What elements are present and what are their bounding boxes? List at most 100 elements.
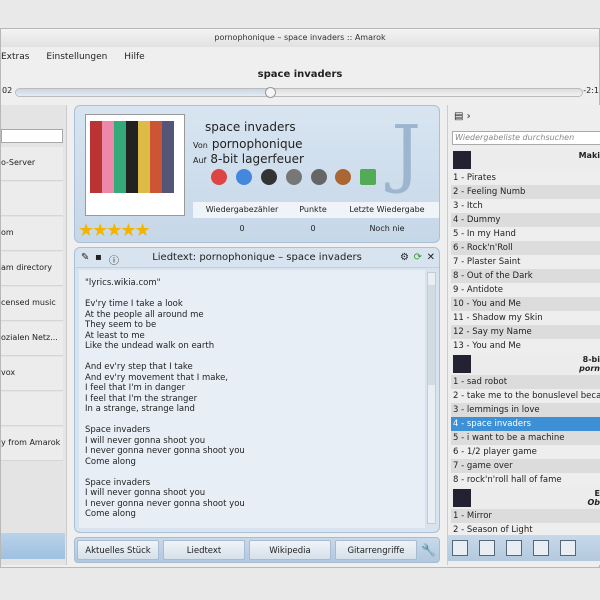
source-item[interactable]: o-Server (1, 147, 63, 181)
now-playing-title: space invaders (257, 69, 343, 80)
album-group-header[interactable]: E Ob (451, 487, 600, 509)
playlist-track[interactable]: 9 - Antidote (451, 283, 600, 297)
playlist-search-input[interactable]: Wiedergabeliste durchsuchen (452, 131, 600, 145)
stat-lastplayed: Noch nie (369, 224, 405, 233)
seek-row: 02 -2:1 (1, 85, 599, 99)
undo-icon[interactable] (505, 540, 522, 556)
rating-stars[interactable]: ★★★★★ (78, 220, 151, 241)
album-thumbnail (453, 489, 471, 507)
info-icon[interactable]: ⓘ (109, 252, 119, 267)
playlist-panel: ▤ › Wiedergabeliste durchsuchen Maki 1 - … (447, 105, 600, 565)
menu-hilfe[interactable]: Hilfe (124, 52, 144, 62)
stat-header-playcount: Wiedergabezähler (205, 205, 279, 214)
window-title: pornophonique – space invaders :: Amarok (1, 29, 599, 47)
track-album-line: Auf 8-bit lagerfeuer (193, 152, 304, 166)
playlist-track[interactable]: 10 - You and Me (451, 297, 600, 311)
playlist-track[interactable]: 13 - You and Me (451, 339, 600, 353)
track-artist-line: Von pornophonique (193, 137, 303, 151)
lastfm-icon[interactable] (235, 169, 252, 185)
album-group-label: Maki (578, 151, 600, 160)
playlist-track[interactable]: 2 - Feeling Numb (451, 185, 600, 199)
source-item[interactable] (1, 182, 63, 216)
left-panel-footer (1, 533, 65, 559)
album-thumbnail (453, 151, 471, 169)
playlist-track[interactable]: 8 - Out of the Dark (451, 269, 600, 283)
save-icon[interactable]: ▪ (95, 252, 102, 263)
playlist-track[interactable]: 5 - i want to be a machine (451, 431, 600, 445)
menu-einstellungen[interactable]: Einstellungen (46, 52, 107, 62)
source-item[interactable] (1, 392, 63, 426)
playlist-track[interactable]: 4 - space invaders (451, 417, 600, 431)
album-group-header[interactable]: Maki (451, 149, 600, 171)
lyrics-title: Liedtext: pornophonique – space invaders (75, 248, 439, 268)
stat-score: 0 (310, 224, 316, 233)
playlist-track[interactable]: 2 - take me to the bonuslevel because (451, 389, 600, 403)
seek-fill (16, 89, 271, 96)
source-item[interactable]: censed music (1, 287, 63, 321)
source-item[interactable]: vox (1, 357, 63, 391)
context-tabs: Aktuelles Stück Liedtext Wikipedia Gitar… (74, 537, 440, 563)
layout-icon[interactable] (559, 540, 576, 556)
playlist-track[interactable]: 7 - game over (451, 459, 600, 473)
source-item[interactable]: om (1, 217, 63, 251)
album-group-header[interactable]: 8-bi porn (451, 353, 600, 375)
playlist-track[interactable]: 4 - Dummy (451, 213, 600, 227)
source-filter-combo[interactable] (1, 129, 63, 143)
playlist-track[interactable]: 11 - Shadow my Skin (451, 311, 600, 325)
playlist-track[interactable]: 12 - Say my Name (451, 325, 600, 339)
playlist-track[interactable]: 3 - lemmings in love (451, 403, 600, 417)
source-item[interactable]: ozialen Netz... (1, 322, 63, 356)
person-icon[interactable] (260, 169, 277, 185)
elapsed-time: 02 (2, 86, 13, 95)
by-label: Von (193, 141, 208, 150)
reload-icon[interactable]: ⟳ (414, 252, 422, 263)
track-statistics: Wiedergabezähler Punkte Letzte Wiedergab… (193, 202, 439, 242)
stat-header-score: Punkte (299, 205, 327, 214)
playlist-toolbar (448, 535, 600, 561)
person-alt-icon[interactable] (310, 169, 327, 185)
queue-icon[interactable] (532, 540, 549, 556)
current-track-applet: space invaders Von pornophonique Auf 8-bit… (74, 105, 440, 243)
playlist-tracks: Maki 1 - Pirates 2 - Feeling Numb 3 - Itch 4… (451, 149, 600, 537)
tab-wikipedia[interactable]: Wikipedia (249, 540, 331, 560)
guitar-icon[interactable] (335, 169, 352, 185)
source-item[interactable]: y from Amarok (1, 427, 63, 461)
playlist-track[interactable]: 1 - Pirates (451, 171, 600, 185)
edit-icon[interactable]: ✎ (81, 252, 89, 263)
playlist-track[interactable]: 6 - Rock'n'Roll (451, 241, 600, 255)
seek-handle[interactable] (264, 87, 276, 98)
lyrics-text: "lyrics.wikia.com" Ev'ry time I take a l… (79, 270, 425, 528)
close-icon[interactable]: ✕ (427, 252, 435, 263)
playlist-track[interactable]: 6 - 1/2 player game (451, 445, 600, 459)
playlist-track[interactable]: 3 - Itch (451, 199, 600, 213)
settings-icon[interactable]: ⚙ (400, 252, 409, 263)
stat-header-lastplayed: Letzte Wiedergabe (349, 205, 425, 214)
lyrics-applet: Liedtext: pornophonique – space invaders… (74, 247, 440, 533)
heart-icon[interactable] (211, 169, 227, 185)
calendar-icon[interactable] (360, 169, 377, 185)
playlist-layout-icon[interactable]: ▤ › (454, 111, 471, 122)
menu-bar: Extras Einstellungen Hilfe (1, 49, 599, 65)
playlist-track[interactable]: 1 - Mirror (451, 509, 600, 523)
clear-playlist-icon[interactable] (452, 540, 468, 556)
menu-extras[interactable]: Extras (1, 52, 29, 62)
lyrics-scrollbar[interactable] (427, 272, 436, 524)
mp3-icon[interactable] (285, 169, 302, 185)
tab-guitar-tabs[interactable]: Gitarrengriffe (335, 540, 417, 560)
track-artist: pornophonique (211, 137, 303, 151)
playlist-track[interactable]: 5 - In my Hand (451, 227, 600, 241)
tools-icon[interactable]: 🔧 (421, 543, 436, 557)
tab-lyrics[interactable]: Liedtext (163, 540, 245, 560)
playlist-track[interactable]: 7 - Plaster Saint (451, 255, 600, 269)
album-group-label: 8-bi porn (579, 355, 600, 373)
album-cover (85, 114, 185, 216)
playlist-track[interactable]: 8 - rock'n'roll hall of fame (451, 473, 600, 487)
media-sources-panel: o-Server om am directory censed music oz… (1, 105, 67, 565)
seek-slider[interactable] (15, 87, 583, 98)
tab-current-track[interactable]: Aktuelles Stück (77, 540, 159, 560)
scrollbar-thumb[interactable] (428, 285, 435, 385)
save-playlist-icon[interactable] (478, 540, 495, 556)
playlist-track[interactable]: 1 - sad robot (451, 375, 600, 389)
source-item[interactable]: am directory (1, 252, 63, 286)
remaining-time: -2:1 (583, 86, 599, 95)
